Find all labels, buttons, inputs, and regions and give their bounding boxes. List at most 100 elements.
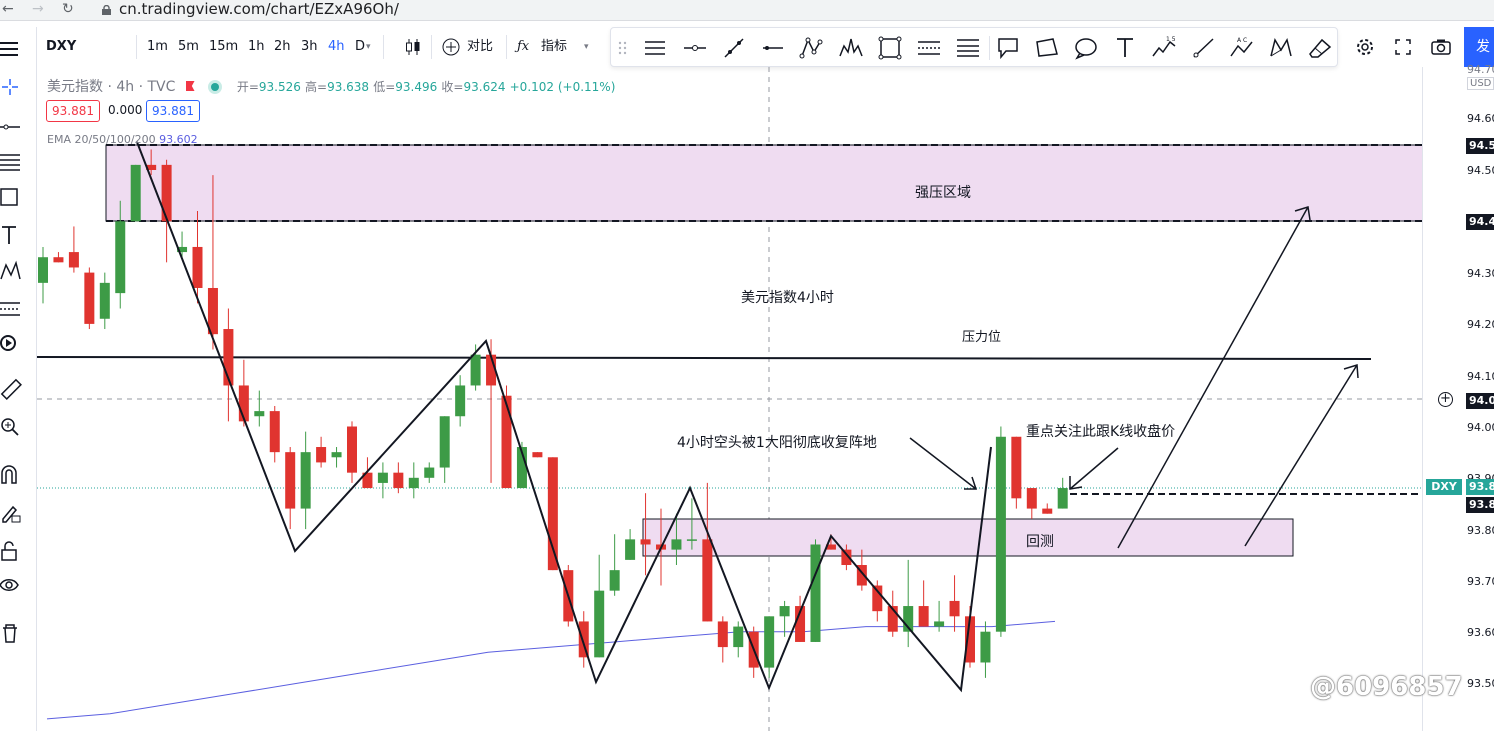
candle-body[interactable] xyxy=(640,539,651,545)
candle-body[interactable] xyxy=(686,539,697,541)
polygon-icon[interactable] xyxy=(1033,34,1061,62)
candle-body[interactable] xyxy=(408,477,419,489)
timeframe-4h[interactable]: 4h xyxy=(328,27,345,67)
zoom-in-icon[interactable] xyxy=(0,415,24,439)
candle-body[interactable] xyxy=(269,411,280,453)
xabcd-pattern-icon[interactable] xyxy=(1267,34,1295,62)
head-shoulders-icon[interactable] xyxy=(837,34,865,62)
strong-resistance-zone[interactable] xyxy=(105,144,1422,222)
ema-200-line[interactable] xyxy=(46,620,1056,720)
text-tool-icon[interactable] xyxy=(0,223,24,247)
candle-body[interactable] xyxy=(918,606,929,627)
horizontal-ray-tool-icon[interactable] xyxy=(0,115,24,139)
candle-body[interactable] xyxy=(347,426,357,473)
candle-body[interactable] xyxy=(609,570,620,591)
resistance-line[interactable] xyxy=(37,356,1372,360)
ruler-icon[interactable] xyxy=(0,377,24,401)
candle-body[interactable] xyxy=(702,539,713,622)
address-bar[interactable]: cn.tradingview.com/chart/EZxA96Oh/ xyxy=(92,0,1492,19)
indicators-button[interactable]: 指标 xyxy=(541,27,567,67)
candle-body[interactable] xyxy=(671,539,682,550)
arrow-recover[interactable] xyxy=(909,437,977,490)
gear-icon[interactable] xyxy=(1355,37,1375,57)
candle-body[interactable] xyxy=(980,631,991,663)
candle-body[interactable] xyxy=(501,395,512,489)
candlestick-series[interactable] xyxy=(38,149,1068,678)
resistance-label[interactable]: 压力位 xyxy=(962,326,1001,345)
eraser-icon[interactable] xyxy=(1306,34,1334,62)
arrow-focus[interactable] xyxy=(1069,447,1119,490)
ray-icon[interactable] xyxy=(1189,34,1217,62)
bid-price-box[interactable]: 93.881 xyxy=(46,100,100,122)
candle-body[interactable] xyxy=(439,416,450,468)
trash-icon[interactable] xyxy=(0,621,24,645)
comment-icon[interactable] xyxy=(1072,34,1100,62)
candle-body[interactable] xyxy=(84,272,95,324)
candle-body[interactable] xyxy=(1011,436,1022,499)
candle-body[interactable] xyxy=(470,354,481,386)
chevron-down-icon[interactable]: ▾ xyxy=(584,27,589,67)
candle-body[interactable] xyxy=(594,590,605,658)
candle-body[interactable] xyxy=(192,246,203,288)
candle-body[interactable] xyxy=(38,257,48,283)
candle-body[interactable] xyxy=(331,452,342,458)
fx-icon[interactable]: ƒx xyxy=(517,27,529,67)
recover-note-label[interactable]: 4小时空头被1大阳彻底收复阵地 xyxy=(677,432,877,452)
replay-icon[interactable] xyxy=(0,331,24,355)
callout-icon[interactable] xyxy=(994,34,1022,62)
candle-body[interactable] xyxy=(99,282,110,319)
ask-price-box[interactable]: 93.881 xyxy=(146,100,200,122)
candle-body[interactable] xyxy=(733,626,744,648)
candle-body[interactable] xyxy=(285,452,296,509)
candle-body[interactable] xyxy=(53,257,64,263)
eye-icon[interactable] xyxy=(0,573,24,597)
candle-body[interactable] xyxy=(377,472,388,483)
ema-legend[interactable]: EMA 20/50/100/200 93.602 xyxy=(47,133,198,146)
timeframe-5m[interactable]: 5m xyxy=(178,27,199,67)
compare-button[interactable]: 对比 xyxy=(467,27,493,67)
candles-icon[interactable] xyxy=(403,37,423,57)
fib-tool-icon[interactable] xyxy=(0,149,24,173)
reload-icon[interactable]: ↻ xyxy=(62,0,74,18)
parallel-channel-icon[interactable] xyxy=(915,34,943,62)
candle-body[interactable] xyxy=(254,411,265,417)
timeframe-15m[interactable]: 15m xyxy=(209,27,238,67)
horizontal-ray-icon[interactable] xyxy=(681,34,709,62)
retest-zone[interactable] xyxy=(642,518,1294,557)
elliott-wave-icon[interactable]: 1 5 xyxy=(1150,34,1178,62)
pattern-icon[interactable] xyxy=(798,34,826,62)
arrow-target-up[interactable] xyxy=(1117,206,1309,549)
candle-body[interactable] xyxy=(995,436,1006,632)
flag-icon[interactable] xyxy=(185,81,195,91)
lock-drawings-pencil-icon[interactable] xyxy=(0,501,24,525)
rectangle-tool-icon[interactable] xyxy=(0,185,24,209)
candle-body[interactable] xyxy=(810,544,821,642)
retest-label[interactable]: 回测 xyxy=(1026,531,1054,551)
text-icon[interactable] xyxy=(1111,34,1139,62)
candle-body[interactable] xyxy=(161,164,172,222)
add-alert-plus-icon[interactable]: + xyxy=(1438,392,1453,407)
candle-body[interactable] xyxy=(455,385,466,417)
candle-body[interactable] xyxy=(300,452,311,509)
timeframe-2h[interactable]: 2h xyxy=(274,27,291,67)
line-style-icon[interactable] xyxy=(641,34,669,62)
candle-body[interactable] xyxy=(934,621,945,627)
candle-body[interactable] xyxy=(949,600,960,617)
crosshair-icon[interactable] xyxy=(0,77,24,101)
candle-body[interactable] xyxy=(1026,488,1037,509)
camera-icon[interactable] xyxy=(1430,37,1452,57)
legend-title[interactable]: 美元指数 · 4h · TVC xyxy=(47,79,175,95)
candle-body[interactable] xyxy=(764,616,775,668)
focus-note-label[interactable]: 重点关注此跟K线收盘价 xyxy=(1026,421,1175,441)
timeframe-1h[interactable]: 1h xyxy=(248,27,265,67)
chevron-down-icon[interactable]: ▾ xyxy=(366,27,371,67)
currency-label[interactable]: USD xyxy=(1467,77,1494,90)
prediction-tool-icon[interactable] xyxy=(0,295,24,319)
candle-body[interactable] xyxy=(115,221,126,294)
candle-body[interactable] xyxy=(130,164,141,222)
candle-body[interactable] xyxy=(779,606,790,617)
candle-body[interactable] xyxy=(1057,488,1068,509)
lock-icon[interactable] xyxy=(0,539,24,563)
price-axis[interactable]: 94.70 USD 94.60 94.50 94.30 94.20 94.10 … xyxy=(1422,63,1494,731)
magnet-icon[interactable] xyxy=(0,463,24,487)
